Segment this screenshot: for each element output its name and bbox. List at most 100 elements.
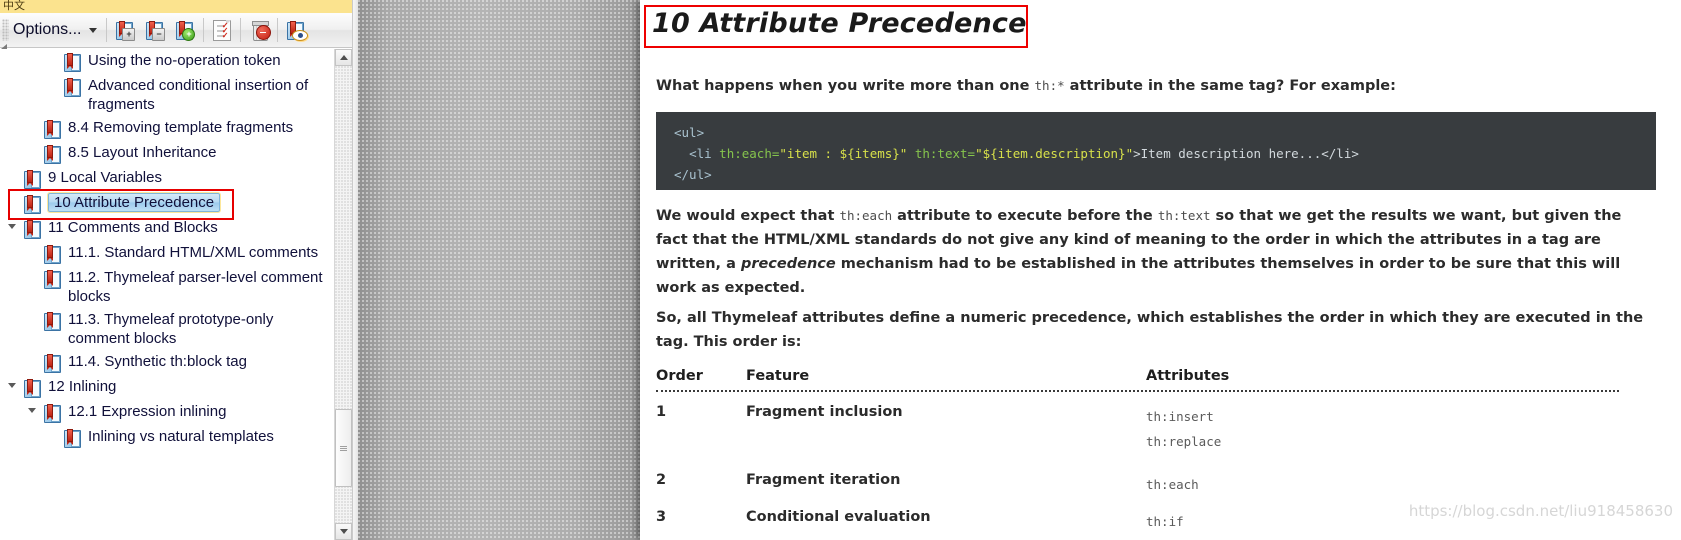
new-bookmark-button[interactable]: + <box>170 15 200 45</box>
tree-twisty-toggle[interactable] <box>6 218 18 229</box>
bookmarks-toolbar: Options... + − + ✓ ✓ ✓ <box>0 13 358 48</box>
pdf-page: 10 Attribute Precedence What happens whe… <box>640 0 1681 540</box>
bookmark-add-icon: + <box>176 21 196 41</box>
tree-item-label: 9 Local Variables <box>48 169 162 186</box>
row-attributes: th:each <box>1146 477 1199 492</box>
tree-item-label: 12 Inlining <box>48 378 117 395</box>
notification-bar: 中文 <box>0 0 358 14</box>
bookmark-properties-button[interactable]: ✓ ✓ ✓ <box>207 15 237 45</box>
row-order: 2 <box>656 472 667 488</box>
code-line2-close: >Item description here...</li> <box>1133 146 1359 161</box>
row-attributes: th:insert th:replace <box>1146 409 1222 449</box>
options-button-label: Options... <box>13 21 82 38</box>
tree-twisty-toggle[interactable] <box>26 402 38 413</box>
tree-item-0[interactable]: Using the no-operation token <box>0 49 334 74</box>
para1-code-each: th:each <box>839 208 893 223</box>
tree-item-13[interactable]: Inlining vs natural templates <box>0 425 334 450</box>
tree-item-8[interactable]: 11.2. Thymeleaf parser-level comment blo… <box>0 266 334 308</box>
bookmark-icon <box>44 120 62 139</box>
tree-item-10[interactable]: 11.4. Synthetic th:block tag <box>0 350 334 375</box>
page-title: 10 Attribute Precedence <box>652 8 1027 39</box>
tree-twisty-placeholder <box>46 76 58 82</box>
delete-bookmark-button[interactable] <box>244 15 274 45</box>
bookmark-icon <box>44 270 62 289</box>
tree-item-5[interactable]: 10 Attribute Precedence <box>0 191 334 216</box>
bookmarks-sidebar: Options... + − + ✓ ✓ ✓ Using the no-oper… <box>0 13 358 540</box>
watermark-text: https://blog.csdn.net/liu918458630 <box>1408 502 1673 520</box>
bookmark-eye-icon <box>287 21 310 42</box>
bookmark-icon <box>64 53 82 72</box>
bookmark-icon <box>44 404 62 423</box>
chevron-down-icon <box>89 27 98 33</box>
bookmarks-tree[interactable]: Using the no-operation token Advanced con… <box>0 49 335 540</box>
code-value-text: "${item.description}" <box>975 146 1134 161</box>
highlight-bookmark-button[interactable] <box>281 15 311 45</box>
tree-item-label: 8.4 Removing template fragments <box>68 119 294 136</box>
code-line3: </ul> <box>674 167 712 182</box>
table-header-row: Order Feature Attributes <box>656 368 1656 390</box>
tree-item-1[interactable]: Advanced conditional insertion of fragme… <box>0 74 334 116</box>
tree-twisty-placeholder <box>26 352 38 358</box>
para1-emphasis: precedence <box>740 256 836 272</box>
tree-twisty-placeholder <box>46 427 58 433</box>
tree-item-label: 12.1 Expression inlining <box>68 403 227 420</box>
tree-twisty-placeholder <box>26 143 38 149</box>
intro-text-before: What happens when you write more than on… <box>656 78 1035 94</box>
code-value-each: "item : ${items}" <box>779 146 908 161</box>
tree-item-12[interactable]: 12.1 Expression inlining <box>0 400 334 425</box>
trash-delete-icon <box>251 21 271 41</box>
tree-item-4[interactable]: 9 Local Variables <box>0 166 334 191</box>
code-line2-open: <li <box>689 146 720 161</box>
scrollbar-thumb[interactable] <box>335 409 352 487</box>
toolbar-separator <box>240 18 242 42</box>
toolbar-separator <box>277 18 279 42</box>
tree-twisty-placeholder <box>26 118 38 124</box>
tree-item-6[interactable]: 11 Comments and Blocks <box>0 216 334 241</box>
tree-item-2[interactable]: 8.4 Removing template fragments <box>0 116 334 141</box>
tree-twisty-placeholder <box>26 243 38 249</box>
triangle-down-icon <box>8 224 16 229</box>
body-paragraph-1: We would expect that th:each attribute t… <box>656 204 1656 300</box>
tree-item-selection: 10 Attribute Precedence <box>46 192 222 213</box>
toolbar-drag-handle[interactable] <box>2 19 9 41</box>
bookmark-icon <box>44 245 62 264</box>
table-header-order: Order <box>656 368 703 384</box>
tree-twisty-toggle[interactable] <box>6 377 18 388</box>
tree-item-11[interactable]: 12 Inlining <box>0 375 334 400</box>
tree-twisty-placeholder <box>26 310 38 316</box>
intro-paragraph: What happens when you write more than on… <box>656 74 1396 98</box>
expand-all-bookmarks-button[interactable]: + <box>110 15 140 45</box>
para1-code-text: th:text <box>1157 208 1211 223</box>
scroll-down-button[interactable] <box>335 523 352 540</box>
row-order: 3 <box>656 509 667 525</box>
notification-text: 中文 <box>3 0 25 12</box>
triangle-up-icon <box>339 55 348 60</box>
tree-item-7[interactable]: 11.1. Standard HTML/XML comments <box>0 241 334 266</box>
scroll-up-button[interactable] <box>335 49 352 66</box>
para1-seg2: attribute to execute before the <box>892 208 1158 224</box>
tree-item-3[interactable]: 8.5 Layout Inheritance <box>0 141 334 166</box>
triangle-down-icon <box>339 529 348 534</box>
bookmark-icon <box>44 145 62 164</box>
code-block: <ul> <li th:each="item : ${items}" th:te… <box>656 112 1656 190</box>
collapse-all-bookmarks-button[interactable]: − <box>140 15 170 45</box>
triangle-down-icon <box>28 408 36 413</box>
row-order: 1 <box>656 404 667 420</box>
row-feature: Fragment inclusion <box>746 404 903 420</box>
tree-item-label: 11.2. Thymeleaf parser-level comment blo… <box>68 269 323 305</box>
toolbar-separator <box>203 18 205 42</box>
row-feature: Fragment iteration <box>746 472 901 488</box>
tree-twisty-placeholder <box>6 168 18 174</box>
pdf-viewer: 10 Attribute Precedence What happens whe… <box>358 0 1681 540</box>
bookmark-icon <box>44 312 62 331</box>
bookmark-icon <box>64 429 82 448</box>
tree-item-9[interactable]: 11.3. Thymeleaf prototype-only comment b… <box>0 308 334 350</box>
intro-text-after: attribute in the same tag? For example: <box>1064 78 1396 94</box>
code-line1: <ul> <box>674 125 705 140</box>
bookmark-expand-icon: + <box>116 21 136 41</box>
tree-item-label: 10 Attribute Precedence <box>46 192 222 213</box>
bookmark-icon <box>44 354 62 373</box>
tree-item-label: 8.5 Layout Inheritance <box>68 144 217 161</box>
bookmarks-scrollbar[interactable] <box>334 49 352 540</box>
options-button[interactable]: Options... <box>9 19 103 41</box>
